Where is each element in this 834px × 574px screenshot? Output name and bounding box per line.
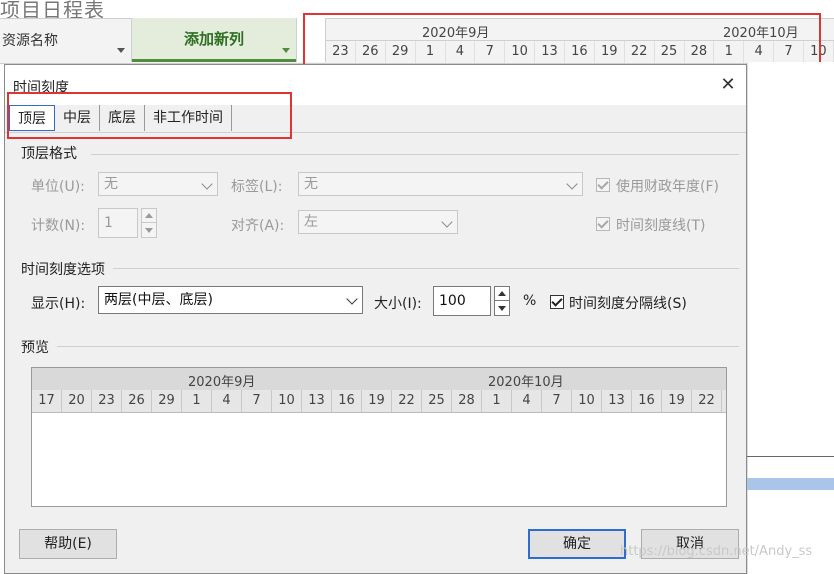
preview-day: 17 — [32, 390, 62, 412]
preview-day: 25 — [422, 390, 452, 412]
checkmark-icon — [597, 178, 609, 190]
watermark: https://blog.csdn.net/Andy_ss — [620, 544, 813, 559]
show-select[interactable]: 两层(中层、底层) — [98, 286, 363, 314]
section-title-top-format: 顶层格式 — [21, 146, 77, 162]
chevron-down-icon[interactable] — [282, 48, 290, 53]
align-select[interactable]: 左 — [298, 210, 458, 234]
separator-label: 时间刻度分隔线(S) — [569, 296, 687, 312]
fiscal-year-label: 使用财政年度(F) — [616, 179, 719, 195]
checkmark-icon — [551, 295, 563, 307]
preview-days: 17 20 23 26 29 1 4 7 10 13 16 19 22 25 28 1 4 7 10 13 16 19 22 — [32, 390, 726, 413]
preview-month: 2020年10月 — [488, 375, 564, 390]
section-divider — [57, 346, 739, 347]
preview-day: 4 — [212, 390, 242, 412]
preview-day: 1 — [182, 390, 212, 412]
count-stepper[interactable] — [141, 208, 157, 238]
size-unit: % — [523, 293, 537, 309]
preview-months: 2020年9月 2020年10月 — [32, 368, 726, 391]
preview-day: 19 — [362, 390, 392, 412]
column-header-resource[interactable]: 资源名称 — [0, 18, 132, 62]
tick-lines-label: 时间刻度线(T) — [616, 218, 706, 234]
align-label: 对齐(A): — [231, 218, 285, 234]
preview-day: 22 — [392, 390, 422, 412]
preview-day: 13 — [602, 390, 632, 412]
highlight-box-timescale — [303, 13, 821, 67]
section-divider — [91, 154, 739, 155]
section-title-options: 时间刻度选项 — [21, 262, 105, 278]
label-select-value: 无 — [304, 176, 318, 192]
preview-day: 22 — [692, 390, 722, 412]
align-select-value: 左 — [304, 214, 318, 230]
chevron-down-icon — [201, 178, 213, 190]
preview-day: 26 — [122, 390, 152, 412]
preview-day: 13 — [302, 390, 332, 412]
help-button[interactable]: 帮助(E) — [19, 529, 117, 559]
chevron-down-icon — [566, 178, 578, 190]
chevron-down-icon — [346, 293, 358, 305]
preview-day: 4 — [512, 390, 542, 412]
stepper-down-icon[interactable] — [495, 301, 509, 315]
column-header-add-new[interactable]: 添加新列 — [132, 18, 296, 62]
gantt-area[interactable] — [747, 62, 834, 574]
highlight-box-tabs — [7, 92, 292, 139]
separator-checkbox[interactable] — [550, 295, 564, 309]
unit-select-value: 无 — [104, 176, 118, 192]
preview-day: 29 — [152, 390, 182, 412]
column-header-resource-label: 资源名称 — [2, 33, 58, 49]
show-select-value: 两层(中层、底层) — [104, 292, 213, 308]
preview-day: 10 — [572, 390, 602, 412]
checkmark-icon — [597, 217, 609, 229]
unit-select[interactable]: 无 — [98, 172, 218, 196]
timescale-dialog: 时间刻度 ✕ 顶层 中层 底层 非工作时间 顶层格式 单位(U): 无 标签(L… — [4, 64, 747, 574]
size-label: 大小(I): — [374, 296, 422, 312]
label-select[interactable]: 无 — [298, 172, 583, 196]
preview-day: 16 — [332, 390, 362, 412]
size-input[interactable]: 100 — [433, 286, 491, 316]
fiscal-year-checkbox[interactable] — [596, 178, 610, 192]
section-title-preview: 预览 — [21, 340, 49, 356]
preview-day: 16 — [632, 390, 662, 412]
show-label: 显示(H): — [31, 296, 86, 312]
preview-day: 7 — [242, 390, 272, 412]
preview-day: 20 — [62, 390, 92, 412]
chevron-down-icon[interactable] — [117, 48, 125, 53]
preview-day: 7 — [542, 390, 572, 412]
preview-day: 1 — [482, 390, 512, 412]
unit-label: 单位(U): — [31, 179, 85, 195]
tick-lines-checkbox[interactable] — [596, 217, 610, 231]
stepper-up-icon[interactable] — [142, 209, 156, 223]
size-stepper[interactable] — [494, 286, 510, 316]
count-input[interactable]: 1 — [98, 208, 138, 238]
stepper-down-icon[interactable] — [142, 223, 156, 237]
preview-day: 28 — [452, 390, 482, 412]
chevron-down-icon — [441, 216, 453, 228]
gantt-bar[interactable] — [747, 478, 834, 490]
gantt-divider — [747, 456, 834, 457]
stepper-up-icon[interactable] — [495, 287, 509, 301]
ok-button[interactable]: 确定 — [528, 529, 626, 559]
preview-month: 2020年9月 — [188, 375, 256, 390]
preview-day: 10 — [272, 390, 302, 412]
preview-day: 23 — [92, 390, 122, 412]
count-label: 计数(N): — [31, 218, 86, 234]
preview-pane: 2020年9月 2020年10月 17 20 23 26 29 1 4 7 10 13 16 19 22… — [31, 367, 727, 507]
section-divider — [113, 268, 739, 269]
close-icon[interactable]: ✕ — [716, 73, 740, 97]
preview-day: 19 — [662, 390, 692, 412]
column-header-add-label: 添加新列 — [183, 30, 244, 48]
label-label: 标签(L): — [231, 179, 283, 195]
